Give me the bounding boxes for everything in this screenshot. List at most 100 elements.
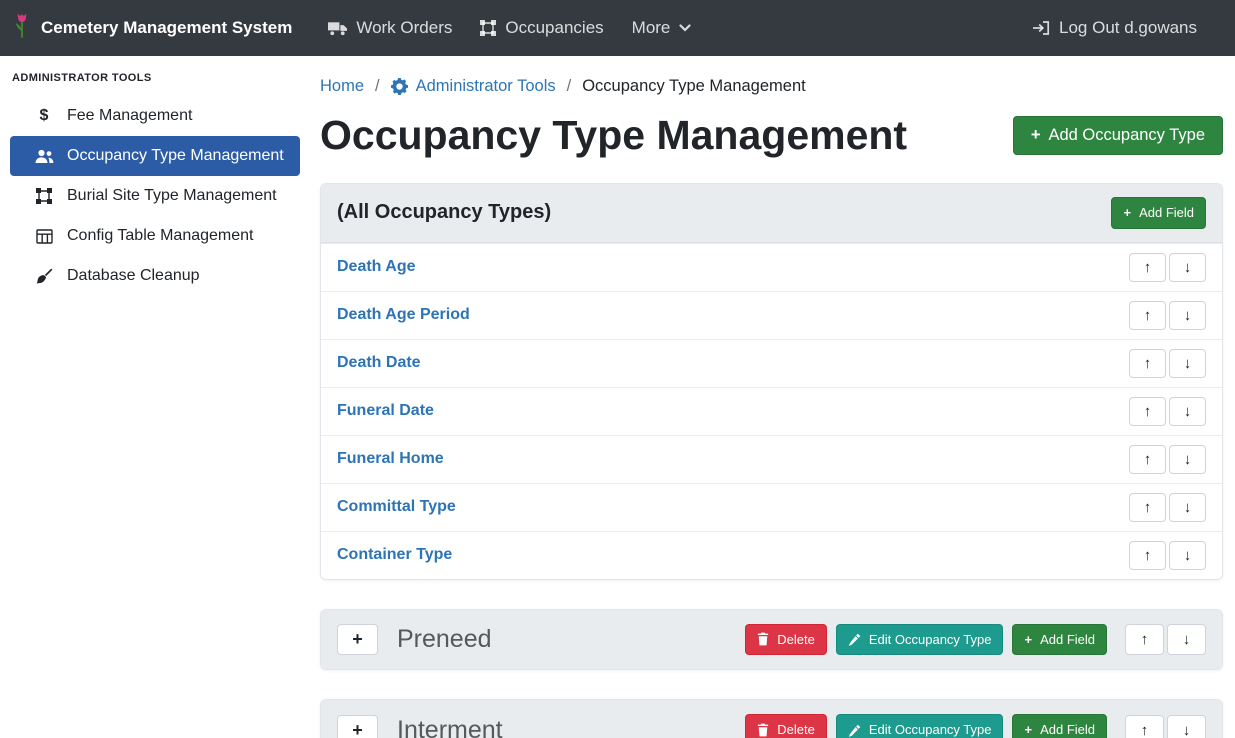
type-header-left: + Preneed: [337, 624, 492, 655]
logout-button[interactable]: Log Out d.gowans: [1018, 10, 1211, 46]
pencil-icon: [848, 724, 861, 737]
main-nav: Work Orders Occupancies More: [314, 10, 705, 46]
reorder-controls: ↑ ↓: [1129, 301, 1206, 330]
page-header: Occupancy Type Management + Add Occupanc…: [320, 113, 1223, 158]
truck-icon: [328, 21, 347, 36]
field-link[interactable]: Death Date: [337, 354, 421, 372]
navbar-right: Log Out d.gowans: [1018, 10, 1211, 46]
delete-button[interactable]: Delete: [745, 714, 827, 738]
breadcrumb-home-link[interactable]: Home: [320, 77, 364, 96]
field-row: Death Age ↑ ↓: [321, 243, 1222, 291]
move-up-button[interactable]: ↑: [1129, 541, 1166, 570]
delete-label: Delete: [777, 632, 815, 648]
logout-label: Log Out d.gowans: [1059, 18, 1197, 38]
move-down-button[interactable]: ↓: [1167, 715, 1206, 738]
add-field-label: Add Field: [1040, 722, 1095, 738]
add-field-button[interactable]: + Add Field: [1111, 197, 1206, 229]
top-navbar: Cemetery Management System Work Orders: [0, 0, 1235, 56]
field-row: Committal Type ↑ ↓: [321, 483, 1222, 531]
nav-more-label: More: [632, 18, 671, 38]
breadcrumb: Home / Administrator Tools / Occupancy T…: [320, 56, 1223, 96]
plus-icon: +: [1123, 205, 1131, 221]
table-icon: [34, 229, 54, 244]
field-link[interactable]: Funeral Date: [337, 402, 434, 420]
sidebar-item-label: Config Table Management: [67, 227, 254, 245]
breadcrumb-admin-tools-label: Administrator Tools: [416, 77, 556, 96]
reorder-controls: ↑ ↓: [1125, 624, 1206, 655]
app-brand[interactable]: Cemetery Management System: [12, 11, 292, 46]
nav-occupancies[interactable]: Occupancies: [466, 10, 617, 46]
move-up-button[interactable]: ↑: [1129, 493, 1166, 522]
field-link[interactable]: Death Age Period: [337, 306, 470, 324]
move-up-button[interactable]: ↑: [1125, 715, 1164, 738]
type-header-left: + Interment: [337, 715, 503, 738]
frame-icon: [34, 188, 54, 204]
breadcrumb-admin-tools-link[interactable]: Administrator Tools: [391, 77, 556, 96]
move-up-button[interactable]: ↑: [1129, 253, 1166, 282]
chevron-down-icon: [679, 24, 691, 32]
pencil-icon: [848, 633, 861, 646]
sidebar-item-label: Burial Site Type Management: [67, 187, 277, 205]
add-occupancy-type-button[interactable]: + Add Occupancy Type: [1013, 116, 1223, 156]
sidebar-item-occupancy-type-management[interactable]: Occupancy Type Management: [10, 136, 300, 176]
move-up-button[interactable]: ↑: [1129, 349, 1166, 378]
type-header-actions: Delete Edit Occupancy Type + Add Field: [745, 714, 1206, 738]
sidebar-item-fee-management[interactable]: $ Fee Management: [10, 96, 300, 136]
sidebar-item-config-table-management[interactable]: Config Table Management: [10, 216, 300, 256]
sidebar-section-title: Administrator Tools: [0, 60, 310, 96]
reorder-controls: ↑ ↓: [1129, 349, 1206, 378]
move-up-button[interactable]: ↑: [1129, 397, 1166, 426]
plus-icon: +: [1024, 722, 1032, 738]
reorder-controls: ↑ ↓: [1129, 445, 1206, 474]
expand-button[interactable]: +: [337, 624, 378, 655]
move-down-button[interactable]: ↓: [1169, 541, 1206, 570]
frame-icon: [480, 20, 496, 36]
field-link[interactable]: Death Age: [337, 258, 416, 276]
field-link[interactable]: Committal Type: [337, 498, 456, 516]
all-occupancy-types-card: (All Occupancy Types) + Add Field Death …: [320, 183, 1223, 580]
occupancy-type-card-interment: + Interment Delete: [320, 699, 1223, 738]
reorder-controls: ↑ ↓: [1129, 541, 1206, 570]
move-down-button[interactable]: ↓: [1169, 301, 1206, 330]
tulip-logo-icon: [12, 11, 32, 46]
edit-occupancy-type-button[interactable]: Edit Occupancy Type: [836, 714, 1004, 738]
delete-button[interactable]: Delete: [745, 624, 827, 656]
move-up-button[interactable]: ↑: [1129, 445, 1166, 474]
occupancy-type-card-preneed: + Preneed Delete: [320, 609, 1223, 671]
field-link[interactable]: Container Type: [337, 546, 452, 564]
add-field-button[interactable]: + Add Field: [1012, 624, 1107, 656]
nav-more[interactable]: More: [618, 10, 706, 46]
move-down-button[interactable]: ↓: [1169, 397, 1206, 426]
breadcrumb-separator: /: [567, 77, 572, 96]
reorder-controls: ↑ ↓: [1129, 397, 1206, 426]
sidebar-item-label: Occupancy Type Management: [67, 147, 284, 165]
reorder-controls: ↑ ↓: [1129, 493, 1206, 522]
move-down-button[interactable]: ↓: [1169, 253, 1206, 282]
move-up-button[interactable]: ↑: [1125, 624, 1164, 655]
move-up-button[interactable]: ↑: [1129, 301, 1166, 330]
move-down-button[interactable]: ↓: [1167, 624, 1206, 655]
edit-occupancy-type-button[interactable]: Edit Occupancy Type: [836, 624, 1004, 656]
sidebar-item-burial-site-type-management[interactable]: Burial Site Type Management: [10, 176, 300, 216]
move-down-button[interactable]: ↓: [1169, 445, 1206, 474]
nav-work-orders-label: Work Orders: [356, 18, 452, 38]
dollar-icon: $: [34, 107, 54, 125]
nav-work-orders[interactable]: Work Orders: [314, 10, 466, 46]
app-title: Cemetery Management System: [41, 18, 292, 38]
sidebar-item-label: Database Cleanup: [67, 267, 200, 285]
broom-icon: [34, 268, 54, 284]
add-field-label: Add Field: [1139, 205, 1194, 221]
main-content: Home / Administrator Tools / Occupancy T…: [310, 56, 1235, 738]
logout-icon: [1032, 20, 1050, 36]
add-field-button[interactable]: + Add Field: [1012, 714, 1107, 738]
sidebar-item-database-cleanup[interactable]: Database Cleanup: [10, 256, 300, 296]
occupancy-type-header: + Preneed Delete: [321, 610, 1222, 670]
type-header-actions: Delete Edit Occupancy Type + Add Field: [745, 624, 1206, 656]
breadcrumb-current: Occupancy Type Management: [582, 77, 806, 96]
gear-icon: [391, 78, 408, 95]
move-down-button[interactable]: ↓: [1169, 493, 1206, 522]
expand-button[interactable]: +: [337, 715, 378, 738]
move-down-button[interactable]: ↓: [1169, 349, 1206, 378]
reorder-controls: ↑ ↓: [1129, 253, 1206, 282]
field-link[interactable]: Funeral Home: [337, 450, 444, 468]
